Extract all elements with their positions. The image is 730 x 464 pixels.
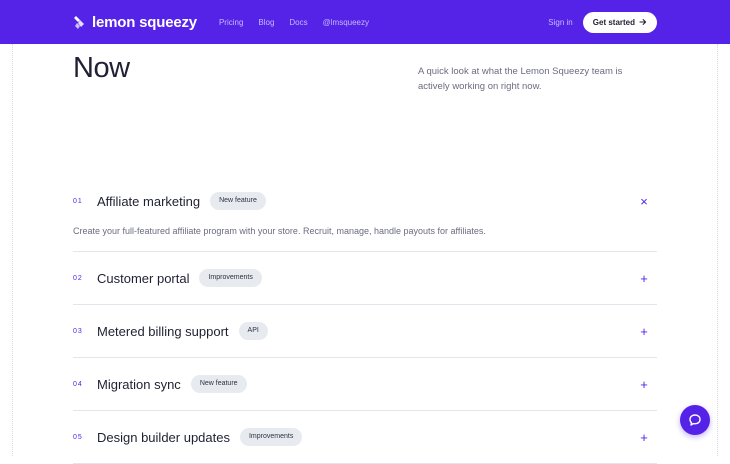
nav-links: Pricing Blog Docs @lmsqueezy	[219, 18, 369, 27]
collapse-icon[interactable]: ×	[637, 195, 651, 208]
get-started-button[interactable]: Get started	[582, 11, 657, 33]
page-subtitle: A quick look at what the Lemon Squeezy t…	[418, 66, 623, 92]
nav-link-docs[interactable]: Docs	[289, 18, 307, 27]
roadmap-item: 02 Customer portal Improvements +	[73, 252, 657, 305]
item-number: 03	[73, 327, 83, 335]
item-number: 02	[73, 274, 83, 282]
left-guide-line	[12, 44, 13, 456]
item-number: 01	[73, 197, 83, 205]
item-badge: API	[238, 322, 268, 340]
item-badge: Improvements	[199, 269, 262, 287]
roadmap-item-header[interactable]: 05 Design builder updates Improvements +	[73, 411, 657, 463]
top-navbar: lemon squeezy Pricing Blog Docs @lmsquee…	[0, 0, 730, 44]
chat-bubble-icon	[689, 414, 701, 426]
logo-text: lemon squeezy	[92, 13, 197, 31]
item-title: Affiliate marketing	[97, 193, 201, 209]
chat-launcher-button[interactable]	[680, 405, 710, 435]
expand-icon[interactable]: +	[637, 325, 651, 338]
roadmap-item: 03 Metered billing support API +	[73, 305, 657, 358]
item-title: Migration sync	[97, 376, 181, 392]
right-guide-line	[717, 44, 718, 456]
nav-actions: Sign in Get started	[548, 11, 657, 33]
item-badge: New feature	[190, 375, 247, 393]
item-description: Create your full-featured affiliate prog…	[73, 226, 486, 236]
get-started-label: Get started	[592, 17, 635, 27]
roadmap-item-header[interactable]: 04 Migration sync New feature +	[73, 358, 657, 410]
roadmap-list: 01 Affiliate marketing New feature × Cre…	[73, 190, 657, 464]
roadmap-item: 04 Migration sync New feature +	[73, 358, 657, 411]
item-badge: Improvements	[239, 428, 303, 446]
expand-icon[interactable]: +	[637, 272, 651, 285]
nav-link-twitter[interactable]: @lmsqueezy	[323, 18, 369, 27]
logo[interactable]: lemon squeezy	[73, 14, 197, 31]
roadmap-item-header[interactable]: 03 Metered billing support API +	[73, 305, 657, 357]
roadmap-item: 01 Affiliate marketing New feature × Cre…	[73, 190, 657, 252]
page-title: Now	[73, 52, 130, 84]
expand-icon[interactable]: +	[637, 431, 651, 444]
item-number: 05	[73, 433, 83, 441]
arrow-right-icon	[639, 19, 647, 25]
item-number: 04	[73, 380, 83, 388]
lemon-squeezy-logo-icon	[74, 16, 84, 29]
item-title: Design builder updates	[97, 429, 230, 445]
expand-icon[interactable]: +	[637, 378, 651, 391]
item-badge: New feature	[210, 192, 266, 210]
roadmap-item-header[interactable]: 02 Customer portal Improvements +	[73, 252, 657, 304]
item-title: Customer portal	[97, 270, 190, 286]
roadmap-item: 05 Design builder updates Improvements +	[73, 411, 657, 464]
item-title: Metered billing support	[97, 323, 229, 339]
sign-in-link[interactable]: Sign in	[548, 18, 572, 27]
nav-link-pricing[interactable]: Pricing	[219, 18, 243, 27]
roadmap-item-header[interactable]: 01 Affiliate marketing New feature ×	[73, 190, 657, 212]
nav-link-blog[interactable]: Blog	[258, 18, 274, 27]
